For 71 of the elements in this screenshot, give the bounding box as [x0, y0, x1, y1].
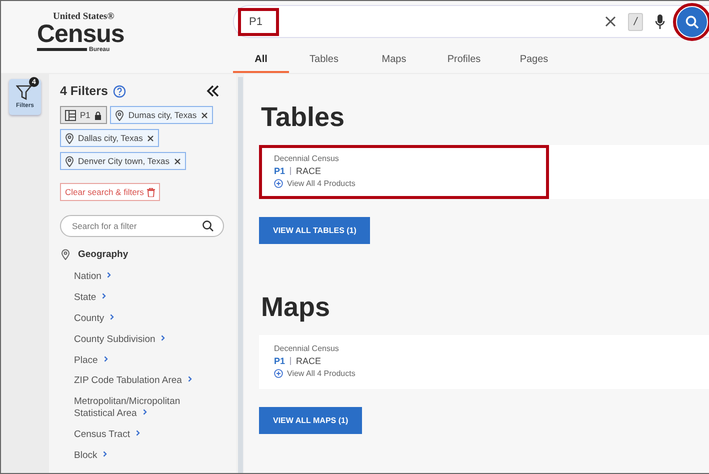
geography-item[interactable]: ZIP Code Tabulation Area	[74, 375, 214, 388]
chevron-right-icon	[104, 356, 108, 362]
trash-icon	[146, 188, 155, 196]
chevron-right-icon	[142, 409, 147, 416]
help-icon[interactable]	[112, 84, 126, 98]
chevron-right-icon	[107, 272, 112, 278]
filter-search-field[interactable]: Search for a filter	[60, 215, 224, 237]
expand-icon[interactable]	[274, 179, 283, 188]
close-icon[interactable]	[146, 134, 154, 142]
search-icon	[202, 220, 214, 232]
collapse-icon[interactable]	[206, 85, 220, 97]
table-icon	[65, 110, 76, 120]
geography-item[interactable]: Metropolitan/Micropolitan Statistical Area	[74, 396, 214, 420]
geography-item[interactable]: Nation	[74, 271, 214, 283]
tab[interactable]: Tables	[289, 47, 359, 73]
table-code-link[interactable]: P1	[274, 166, 286, 176]
expand-icon[interactable]	[274, 369, 283, 378]
table-code-link[interactable]: P1	[274, 356, 286, 366]
geography-item[interactable]: Census Tract	[74, 429, 214, 441]
tab[interactable]: All	[233, 47, 289, 73]
location-pin-icon	[115, 110, 124, 120]
result-source: Decennial Census	[274, 344, 340, 353]
section-title: Tables	[261, 102, 346, 133]
chevron-right-icon	[102, 292, 106, 299]
result-title: RACE	[296, 356, 322, 366]
filters-heading: 4 Filters	[60, 84, 108, 98]
view-all-button[interactable]: VIEW ALL MAPS (1)	[259, 407, 362, 434]
section-title: Maps	[261, 292, 332, 323]
view-products-link[interactable]: View All 4 Products	[287, 179, 356, 188]
chevron-right-icon	[161, 334, 166, 341]
result-source: Decennial Census	[274, 154, 340, 163]
geography-item[interactable]: Block	[74, 450, 214, 462]
close-icon[interactable]	[200, 112, 208, 118]
close-icon[interactable]	[604, 16, 616, 27]
filter-chip[interactable]: Dumas city, Texas	[110, 106, 213, 124]
result-title: RACE	[296, 166, 322, 176]
tab[interactable]: Maps	[359, 47, 429, 73]
search-value: P1	[238, 8, 280, 36]
location-pin-icon	[65, 156, 74, 166]
close-icon[interactable]	[174, 158, 180, 164]
geography-item[interactable]: County Subdivision	[74, 334, 214, 346]
chevron-right-icon	[103, 450, 108, 457]
section-heading: Geography	[78, 249, 128, 260]
chevron-right-icon	[136, 430, 140, 436]
tab[interactable]: Profiles	[429, 47, 499, 73]
logo-text: United States®	[53, 13, 116, 22]
filter-chip[interactable]: Dallas city, Texas	[60, 129, 159, 147]
filter-chip[interactable]: P1	[60, 106, 108, 124]
funnel-icon	[16, 85, 34, 101]
logo-underline	[37, 48, 87, 51]
scrollbar[interactable]	[238, 77, 242, 473]
result-card[interactable]: Decennial Census P1 RACE View All 4 Products	[259, 335, 709, 389]
location-pin-icon	[61, 249, 70, 260]
tab[interactable]: Pages	[499, 47, 569, 73]
search-field[interactable]: P1 /	[233, 5, 709, 38]
search-button[interactable]	[677, 6, 707, 36]
location-pin-icon	[65, 132, 74, 144]
microphone-icon[interactable]	[655, 14, 665, 30]
geography-item[interactable]: County	[74, 312, 214, 325]
filter-chip[interactable]: Denver City town, Texas	[60, 152, 186, 170]
geography-item[interactable]: Place	[74, 354, 214, 366]
logo-text: Census	[37, 22, 126, 46]
geography-item[interactable]: State	[74, 292, 214, 304]
clear-filters-button[interactable]: Clear search & filters	[60, 183, 160, 201]
shortcut-key: /	[628, 12, 643, 30]
view-products-link[interactable]: View All 4 Products	[287, 369, 356, 378]
result-card[interactable]: Decennial Census P1 RACE View All 4 Products	[259, 145, 709, 199]
chevron-right-icon	[110, 314, 114, 320]
chevron-right-icon	[188, 376, 192, 382]
view-all-button[interactable]: VIEW ALL TABLES (1)	[259, 217, 370, 244]
search-icon	[685, 14, 699, 28]
